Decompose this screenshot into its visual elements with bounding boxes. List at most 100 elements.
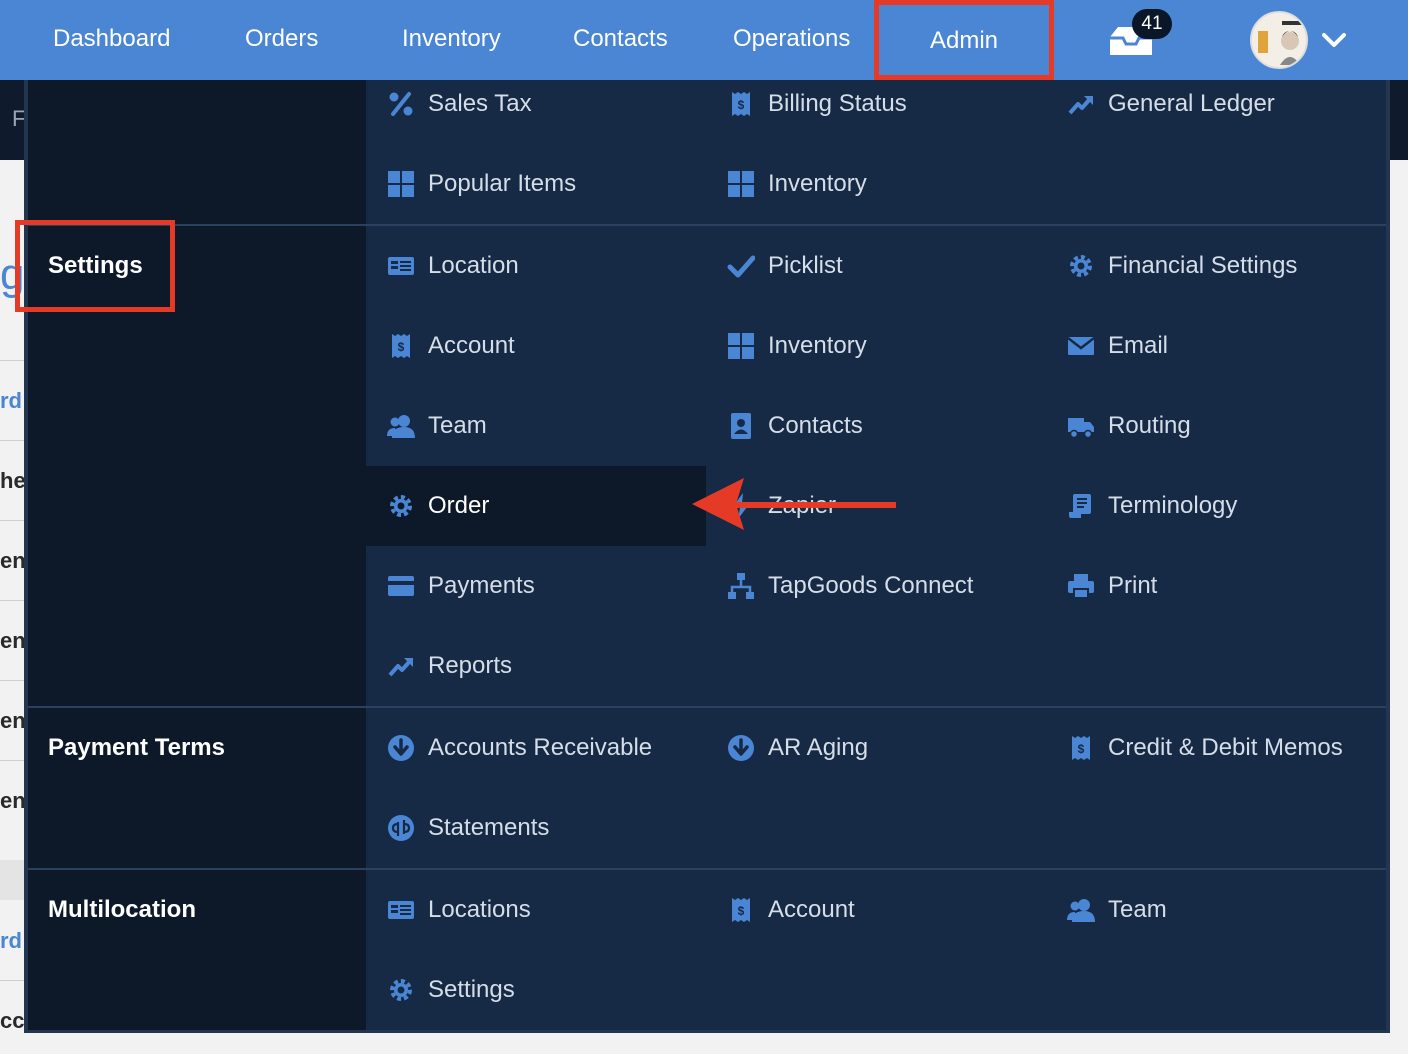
nav-dashboard[interactable]: Dashboard xyxy=(53,0,170,80)
menu-item-label: Team xyxy=(1108,896,1167,923)
receipt-icon: $ xyxy=(726,89,756,119)
menu-item-label: Team xyxy=(428,412,487,439)
menu-item-label: Location xyxy=(428,252,519,279)
menu-item-ar-aging[interactable]: AR Aging xyxy=(726,708,868,788)
menu-item-account[interactable]: $ Account xyxy=(386,306,515,386)
nav-admin[interactable]: Admin xyxy=(874,0,1054,80)
percent-icon xyxy=(386,89,416,119)
menu-item-credit-debit-memos[interactable]: $ Credit & Debit Memos xyxy=(1066,708,1343,788)
menu-item-team[interactable]: Team xyxy=(386,386,487,466)
avatar-image-icon xyxy=(1252,13,1306,67)
menu-item-routing[interactable]: Routing xyxy=(1066,386,1191,466)
menu-item-label: Settings xyxy=(428,976,515,1003)
menu-item-label: Account xyxy=(768,896,855,923)
receipt-icon: $ xyxy=(726,895,756,925)
menu-item-label: Email xyxy=(1108,332,1169,359)
users-icon xyxy=(1066,895,1096,925)
background-divider xyxy=(0,600,24,601)
menu-item-payments[interactable]: Payments xyxy=(386,546,535,626)
credit-card-icon xyxy=(386,571,416,601)
nav-inventory[interactable]: Inventory xyxy=(402,0,501,80)
envelope-icon xyxy=(1066,331,1096,361)
menu-item-accounts-receivable[interactable]: Accounts Receivable xyxy=(386,708,652,788)
menu-item-label: Contacts xyxy=(768,412,863,439)
truck-icon xyxy=(1066,411,1096,441)
menu-item-location[interactable]: Location xyxy=(386,226,519,306)
menu-item-multilocation-account[interactable]: $ Account xyxy=(726,870,855,950)
menu-item-label: AR Aging xyxy=(768,734,869,761)
menu-item-locations[interactable]: Locations xyxy=(386,870,531,950)
menu-item-label: Picklist xyxy=(768,252,843,279)
menu-item-email[interactable]: Email xyxy=(1066,306,1168,386)
menu-item-label: TapGoods Connect xyxy=(768,572,974,599)
menu-item-label: Print xyxy=(1108,572,1158,599)
menu-item-billing-status[interactable]: $ Billing Status xyxy=(726,80,907,144)
menu-item-label: Order xyxy=(428,492,490,519)
background-divider xyxy=(0,760,24,761)
nav-orders[interactable]: Orders xyxy=(245,0,318,80)
menu-item-label: Routing xyxy=(1108,412,1191,439)
menu-item-label: Reports xyxy=(428,652,513,679)
menu-item-sales-tax[interactable]: Sales Tax xyxy=(386,80,532,144)
menu-item-terminology[interactable]: Terminology xyxy=(1066,466,1237,546)
gear-icon xyxy=(386,491,416,521)
menu-item-tapgoods-connect[interactable]: TapGoods Connect xyxy=(726,546,973,626)
menu-item-reports[interactable]: Reports xyxy=(386,626,512,706)
trend-icon xyxy=(386,651,416,681)
users-icon xyxy=(386,411,416,441)
menu-item-general-ledger[interactable]: General Ledger xyxy=(1066,80,1275,144)
background-text: en xyxy=(0,788,26,813)
check-icon xyxy=(726,251,756,281)
arrow-circle-down-icon xyxy=(386,733,416,763)
svg-text:$: $ xyxy=(1078,742,1085,756)
menu-item-label: Inventory xyxy=(768,332,867,359)
svg-text:$: $ xyxy=(738,98,745,112)
background-divider xyxy=(0,520,24,521)
avatar[interactable] xyxy=(1250,11,1308,69)
trend-icon xyxy=(1066,89,1096,119)
grid-icon xyxy=(726,169,756,199)
receipt-icon: $ xyxy=(1066,733,1096,763)
menu-item-label: Terminology xyxy=(1108,492,1238,519)
menu-item-label: General Ledger xyxy=(1108,90,1275,117)
grid-icon xyxy=(386,169,416,199)
menu-item-label: Inventory xyxy=(768,170,867,197)
menu-item-multilocation-settings[interactable]: Settings xyxy=(386,950,515,1030)
background-divider xyxy=(0,440,24,441)
section-title-payment-terms: Payment Terms xyxy=(48,734,225,761)
menu-item-inventory[interactable]: Inventory xyxy=(726,144,867,224)
menu-item-multilocation-team[interactable]: Team xyxy=(1066,870,1167,950)
arrow-circle-down-icon xyxy=(726,733,756,763)
menu-item-label: Popular Items xyxy=(428,170,577,197)
id-card-icon xyxy=(386,251,416,281)
menu-item-label: Billing Status xyxy=(768,90,907,117)
network-icon xyxy=(726,571,756,601)
background-text: en xyxy=(0,628,26,653)
menu-item-print[interactable]: Print xyxy=(1066,546,1157,626)
svg-text:$: $ xyxy=(738,904,745,918)
receipt-icon: $ xyxy=(386,331,416,361)
nav-operations[interactable]: Operations xyxy=(733,0,850,80)
menu-item-financial-settings[interactable]: Financial Settings xyxy=(1066,226,1297,306)
menu-item-popular-items[interactable]: Popular Items xyxy=(386,144,576,224)
printer-icon xyxy=(1066,571,1096,601)
menu-item-label: Sales Tax xyxy=(428,90,532,117)
section-divider xyxy=(28,868,1386,870)
contact-book-icon xyxy=(726,411,756,441)
menu-item-inventory-settings[interactable]: Inventory xyxy=(726,306,867,386)
background-divider xyxy=(0,360,24,361)
nav-contacts[interactable]: Contacts xyxy=(573,0,668,80)
menu-item-label: Locations xyxy=(428,896,531,923)
background-text: en xyxy=(0,548,26,573)
menu-item-label: Credit & Debit Memos xyxy=(1108,734,1343,761)
background-divider xyxy=(0,680,24,681)
menu-item-statements[interactable]: Statements xyxy=(386,788,549,868)
menu-item-order[interactable]: Order xyxy=(366,466,706,546)
menu-item-picklist[interactable]: Picklist xyxy=(726,226,843,306)
background-text: he xyxy=(0,468,26,493)
menu-item-label: Statements xyxy=(428,814,550,841)
scroll-icon xyxy=(1066,491,1096,521)
chevron-down-icon[interactable] xyxy=(1320,26,1348,54)
menu-item-contacts[interactable]: Contacts xyxy=(726,386,863,466)
menu-item-label: Accounts Receivable xyxy=(428,734,653,761)
